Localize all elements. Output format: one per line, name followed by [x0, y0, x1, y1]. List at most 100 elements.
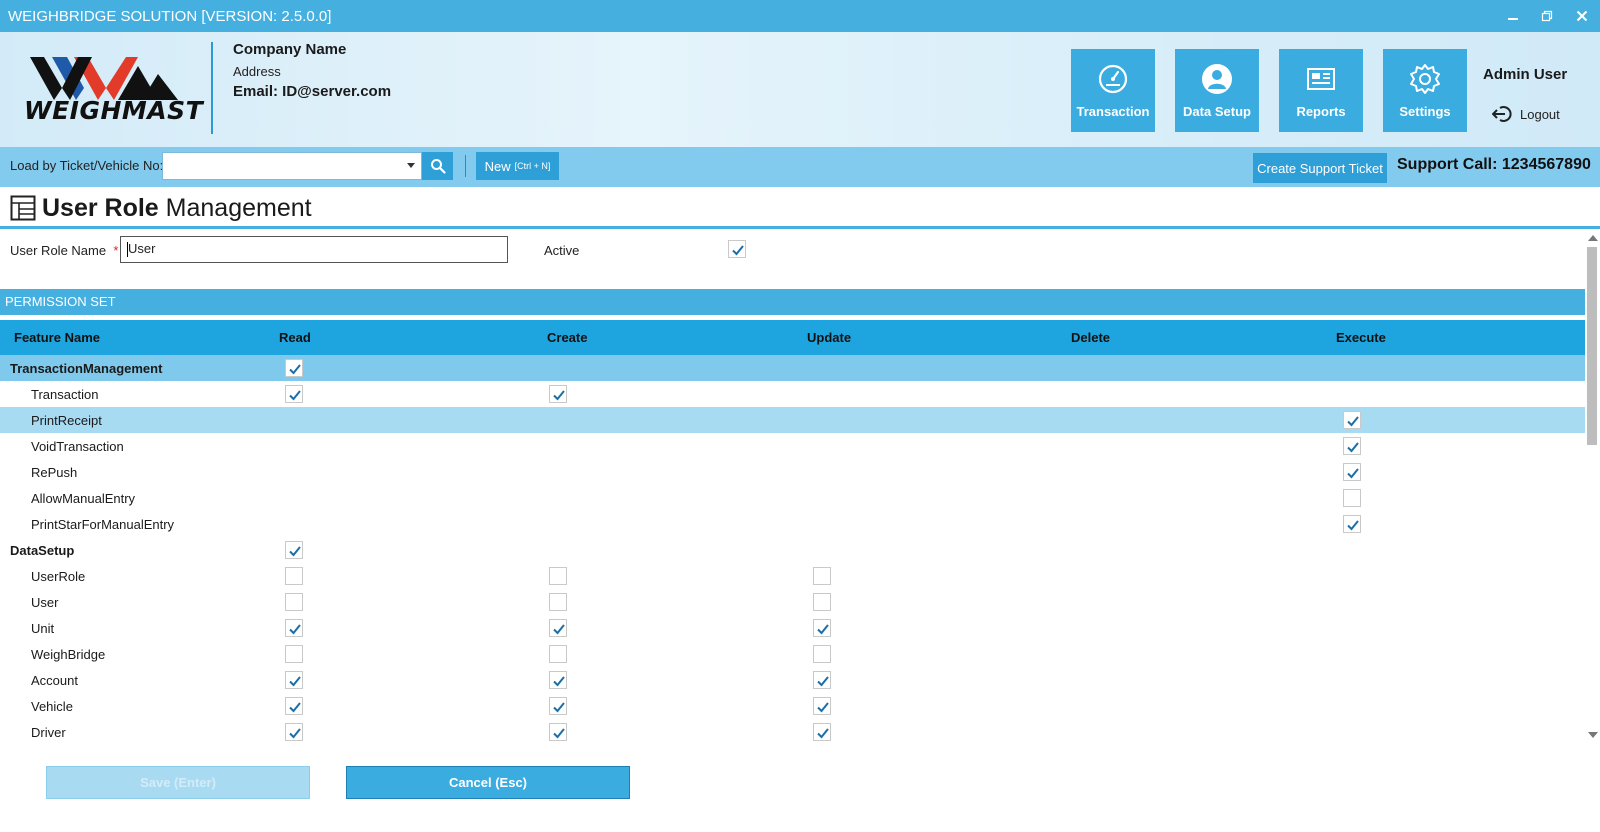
- speedometer-icon: [1098, 64, 1128, 94]
- window-title: WEIGHBRIDGE SOLUTION [VERSION: 2.5.0.0]: [8, 7, 332, 25]
- read-checkbox[interactable]: [285, 619, 303, 637]
- company-address: Address: [233, 64, 281, 79]
- create-checkbox[interactable]: [549, 671, 567, 689]
- role-name-label: User Role Name *: [10, 243, 118, 258]
- logout-icon: [1492, 106, 1512, 122]
- table-row[interactable]: Unit: [0, 615, 1585, 641]
- update-checkbox[interactable]: [813, 697, 831, 715]
- table-row[interactable]: Account: [0, 667, 1585, 693]
- minimize-icon[interactable]: [1496, 0, 1530, 32]
- nav-settings-label: Settings: [1399, 104, 1451, 119]
- checkmark-icon: [289, 728, 301, 739]
- checkmark-icon: [1347, 442, 1359, 453]
- checkmark-icon: [289, 676, 301, 687]
- checkmark-icon: [817, 624, 829, 635]
- table-row[interactable]: User: [0, 589, 1585, 615]
- save-button[interactable]: Save (Enter): [46, 766, 310, 799]
- checkmark-icon: [289, 624, 301, 635]
- checkmark-icon: [289, 702, 301, 713]
- feature-name: PrintStarForManualEntry: [31, 517, 175, 532]
- checkmark-icon: [817, 676, 829, 687]
- role-name-value: User: [128, 241, 156, 256]
- create-checkbox[interactable]: [549, 723, 567, 741]
- table-row[interactable]: WeighBridge: [0, 641, 1585, 667]
- read-checkbox[interactable]: [285, 541, 303, 559]
- group-row[interactable]: DataSetup: [0, 537, 1585, 563]
- scroll-thumb[interactable]: [1587, 247, 1597, 445]
- page-layout-icon: [10, 195, 36, 221]
- feature-name: Transaction: [31, 387, 99, 402]
- execute-checkbox[interactable]: [1343, 463, 1361, 481]
- group-row[interactable]: TransactionManagement: [0, 355, 1585, 381]
- cancel-button[interactable]: Cancel (Esc): [346, 766, 630, 799]
- restore-icon[interactable]: [1530, 0, 1564, 32]
- read-checkbox[interactable]: [285, 359, 303, 377]
- nav-data-setup-button[interactable]: Data Setup: [1175, 49, 1259, 132]
- ticket-vehicle-combobox[interactable]: [162, 152, 422, 180]
- feature-name: Driver: [31, 725, 66, 740]
- create-checkbox[interactable]: [549, 567, 567, 585]
- update-checkbox[interactable]: [813, 619, 831, 637]
- feature-name: PrintReceipt: [31, 413, 102, 428]
- company-email: Email: ID@server.com: [233, 83, 392, 100]
- table-row[interactable]: Driver: [0, 719, 1585, 745]
- checkmark-icon: [817, 728, 829, 739]
- read-checkbox[interactable]: [285, 385, 303, 403]
- search-button[interactable]: [422, 152, 453, 180]
- table-row[interactable]: Transaction: [0, 381, 1585, 407]
- create-checkbox[interactable]: [549, 385, 567, 403]
- load-label: Load by Ticket/Vehicle No:: [10, 158, 164, 173]
- create-support-ticket-button[interactable]: Create Support Ticket: [1253, 153, 1387, 183]
- chevron-down-icon[interactable]: [407, 163, 415, 168]
- feature-name: UserRole: [31, 569, 86, 584]
- nav-settings-button[interactable]: Settings: [1383, 49, 1467, 132]
- create-checkbox[interactable]: [549, 645, 567, 663]
- update-checkbox[interactable]: [813, 593, 831, 611]
- permission-set-header: PERMISSION SET: [0, 289, 1585, 315]
- table-row[interactable]: PrintStarForManualEntry: [0, 511, 1585, 537]
- read-checkbox[interactable]: [285, 567, 303, 585]
- read-checkbox[interactable]: [285, 697, 303, 715]
- update-checkbox[interactable]: [813, 723, 831, 741]
- read-checkbox[interactable]: [285, 671, 303, 689]
- page-title: User Role Management: [10, 191, 312, 225]
- header-divider: [211, 42, 213, 134]
- feature-name: VoidTransaction: [31, 439, 124, 454]
- scroll-up-icon[interactable]: [1588, 235, 1598, 241]
- role-name-input[interactable]: User: [120, 236, 508, 263]
- read-checkbox[interactable]: [285, 645, 303, 663]
- gear-icon: [1410, 64, 1440, 94]
- checkmark-icon: [1347, 468, 1359, 479]
- create-checkbox[interactable]: [549, 697, 567, 715]
- table-row[interactable]: PrintReceipt: [0, 407, 1585, 433]
- checkmark-icon: [289, 390, 301, 401]
- table-row[interactable]: AllowManualEntry: [0, 485, 1585, 511]
- logout-button[interactable]: Logout: [1492, 105, 1560, 123]
- read-checkbox[interactable]: [285, 593, 303, 611]
- table-row[interactable]: UserRole: [0, 563, 1585, 589]
- execute-checkbox[interactable]: [1343, 489, 1361, 507]
- execute-checkbox[interactable]: [1343, 437, 1361, 455]
- company-info: Company Name Address Email: ID@server.co…: [233, 41, 391, 100]
- feature-name: DataSetup: [10, 543, 75, 558]
- execute-checkbox[interactable]: [1343, 411, 1361, 429]
- active-checkbox[interactable]: [728, 240, 746, 258]
- read-checkbox[interactable]: [285, 723, 303, 741]
- new-button[interactable]: New [Ctrl + N]: [476, 152, 559, 180]
- table-row[interactable]: RePush: [0, 459, 1585, 485]
- create-checkbox[interactable]: [549, 619, 567, 637]
- update-checkbox[interactable]: [813, 567, 831, 585]
- table-row[interactable]: VoidTransaction: [0, 433, 1585, 459]
- nav-transaction-button[interactable]: Transaction: [1071, 49, 1155, 132]
- update-checkbox[interactable]: [813, 671, 831, 689]
- update-checkbox[interactable]: [813, 645, 831, 663]
- close-icon[interactable]: [1565, 0, 1599, 32]
- nav-reports-button[interactable]: Reports: [1279, 49, 1363, 132]
- logout-label: Logout: [1520, 106, 1560, 122]
- execute-checkbox[interactable]: [1343, 515, 1361, 533]
- table-row[interactable]: Vehicle: [0, 693, 1585, 719]
- logo-text: WEIGHMAST: [24, 96, 204, 125]
- vertical-scrollbar[interactable]: [1586, 235, 1600, 740]
- create-checkbox[interactable]: [549, 593, 567, 611]
- scroll-down-icon[interactable]: [1588, 732, 1598, 738]
